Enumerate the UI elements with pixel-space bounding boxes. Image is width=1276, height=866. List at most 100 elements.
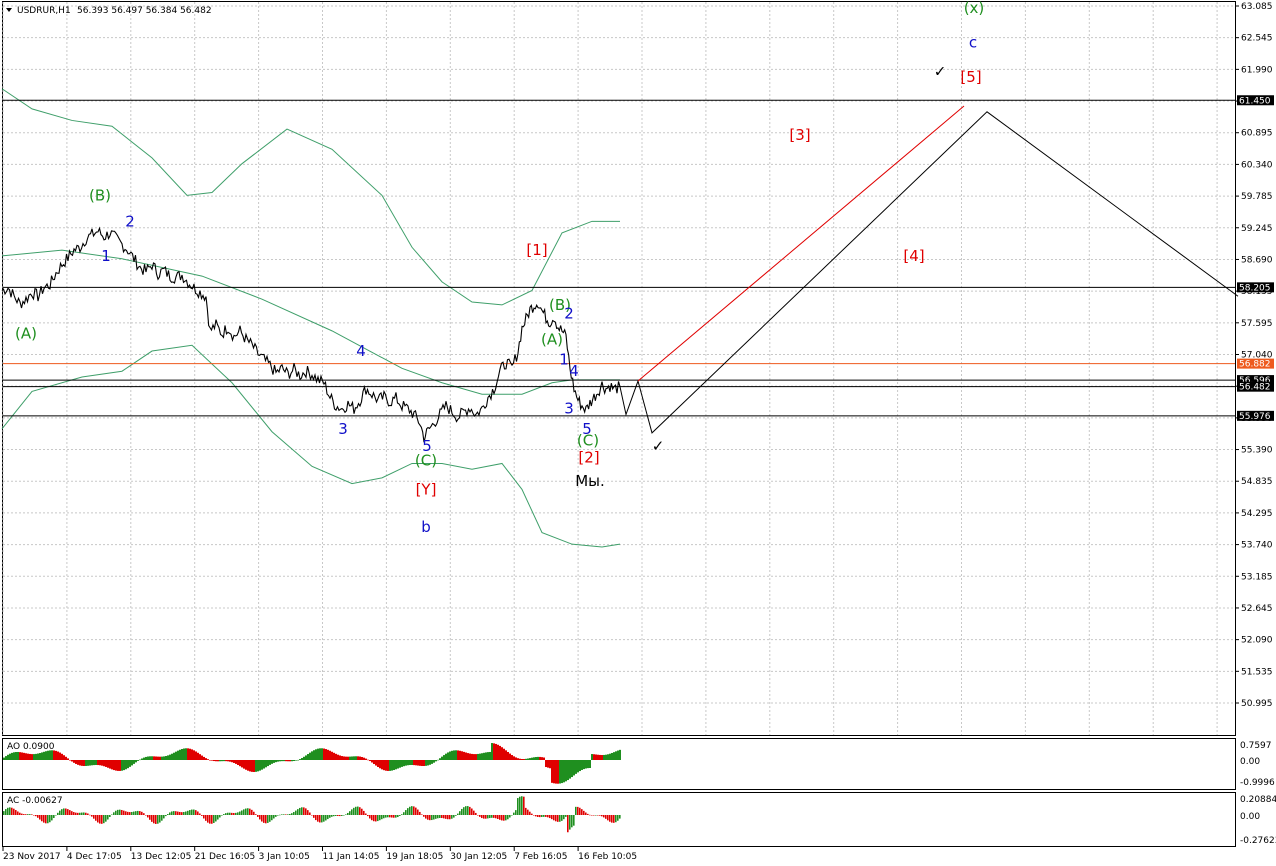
ao-bar	[317, 748, 319, 760]
ao-bar	[469, 753, 471, 760]
ao-bar	[133, 760, 135, 764]
ac-bar	[283, 814, 285, 815]
price-tick-label: 51.535	[1241, 667, 1273, 677]
price-tick-label: 53.740	[1241, 541, 1273, 551]
ac-bar	[413, 806, 415, 815]
ac-bar	[227, 812, 229, 815]
ac-bar	[101, 815, 103, 824]
ac-bar	[139, 811, 141, 815]
ac-bar	[321, 815, 323, 823]
time-tick-label: 23 Nov 2017	[3, 852, 61, 862]
ac-bar	[483, 815, 485, 819]
ao-bar	[351, 756, 353, 760]
ao-bar	[257, 760, 259, 772]
ao-bar	[307, 754, 309, 760]
ac-bar	[307, 810, 309, 815]
ao-bar	[463, 751, 465, 760]
ac-bar	[35, 815, 37, 817]
ao-bar	[571, 760, 573, 778]
ao-bar	[169, 754, 171, 760]
ac-bar	[499, 815, 501, 820]
ac-bar	[153, 815, 155, 824]
ao-bar	[63, 755, 65, 760]
ac-bar	[615, 815, 617, 823]
ao-bar	[91, 760, 93, 766]
ao-bar	[523, 759, 525, 760]
ao-bar	[617, 750, 619, 760]
ao-bar	[123, 760, 125, 771]
ao-bar	[485, 752, 487, 760]
ao-bar	[283, 760, 285, 762]
ac-tick-bottom: -0.27623	[1240, 836, 1276, 846]
ac-bar	[339, 815, 341, 817]
ao-bar	[147, 756, 149, 760]
ac-bar	[541, 815, 543, 818]
ao-bar	[107, 760, 109, 768]
ao-bar	[173, 752, 175, 760]
ao-bar	[411, 760, 413, 765]
ac-bar	[301, 807, 303, 815]
ao-bar	[245, 760, 247, 770]
ac-bar	[513, 812, 515, 815]
ac-bar	[211, 815, 213, 824]
ac-bar	[169, 812, 171, 815]
ac-bar	[381, 815, 383, 820]
ao-bar	[101, 760, 103, 766]
ao-bar	[429, 760, 431, 765]
ao-bar	[209, 760, 211, 761]
ao-bar	[335, 753, 337, 760]
symbol-dropdown-icon[interactable]	[6, 8, 12, 12]
ao-bar	[383, 760, 385, 771]
price-tick-label: 62.545	[1241, 34, 1273, 44]
ac-bar	[421, 814, 423, 815]
ac-bar	[383, 815, 385, 819]
level-tag-label: 56.882	[1239, 360, 1271, 370]
ac-bar	[103, 815, 105, 824]
ao-bar	[319, 748, 321, 760]
ac-bar	[287, 814, 289, 815]
ac-bar	[93, 815, 95, 819]
ao-bar	[37, 753, 39, 760]
ac-bar	[105, 815, 107, 822]
ao-bar	[551, 760, 553, 783]
ao-bar	[387, 760, 389, 771]
ao-bar	[225, 760, 227, 762]
ac-bar	[65, 808, 67, 815]
ao-bar	[109, 760, 111, 769]
ac-bar	[149, 815, 151, 820]
ao-bar	[321, 748, 323, 760]
ao-bar	[141, 758, 143, 760]
ac-bar	[507, 815, 509, 820]
ac-bar	[289, 813, 291, 815]
ao-bar	[581, 760, 583, 770]
ao-bar	[461, 751, 463, 760]
ao-bar	[145, 756, 147, 760]
ao-bar	[427, 760, 429, 766]
ao-bar	[417, 760, 419, 766]
ao-bar	[587, 760, 589, 769]
ac-bar	[491, 815, 493, 818]
ac-bar	[603, 815, 605, 818]
ac-bar	[131, 811, 133, 815]
ao-bar	[275, 760, 277, 763]
ao-bar	[361, 756, 363, 760]
wave-label: 3	[564, 400, 574, 418]
ao-bar	[177, 750, 179, 760]
ao-bar	[315, 749, 317, 760]
ohlc-readout: 56.393 56.497 56.384 56.482	[77, 6, 212, 16]
ao-bar	[87, 760, 89, 766]
ac-bar	[91, 815, 93, 817]
ao-histogram	[3, 743, 621, 784]
ao-bar	[593, 754, 595, 760]
ac-bar	[45, 815, 47, 824]
ac-bar	[445, 815, 447, 819]
ao-bar	[229, 760, 231, 762]
ao-bar	[455, 750, 457, 760]
ao-bar	[223, 760, 225, 762]
wave-labels: (A)(B)12345(C)[Y]b[1](B)2(A)1435(C)[2]Мы…	[15, 0, 984, 536]
ac-bar	[27, 814, 29, 815]
ao-bar	[609, 753, 611, 760]
ac-bar	[581, 809, 583, 815]
ac-bar	[61, 809, 63, 815]
ao-bar	[261, 760, 263, 770]
